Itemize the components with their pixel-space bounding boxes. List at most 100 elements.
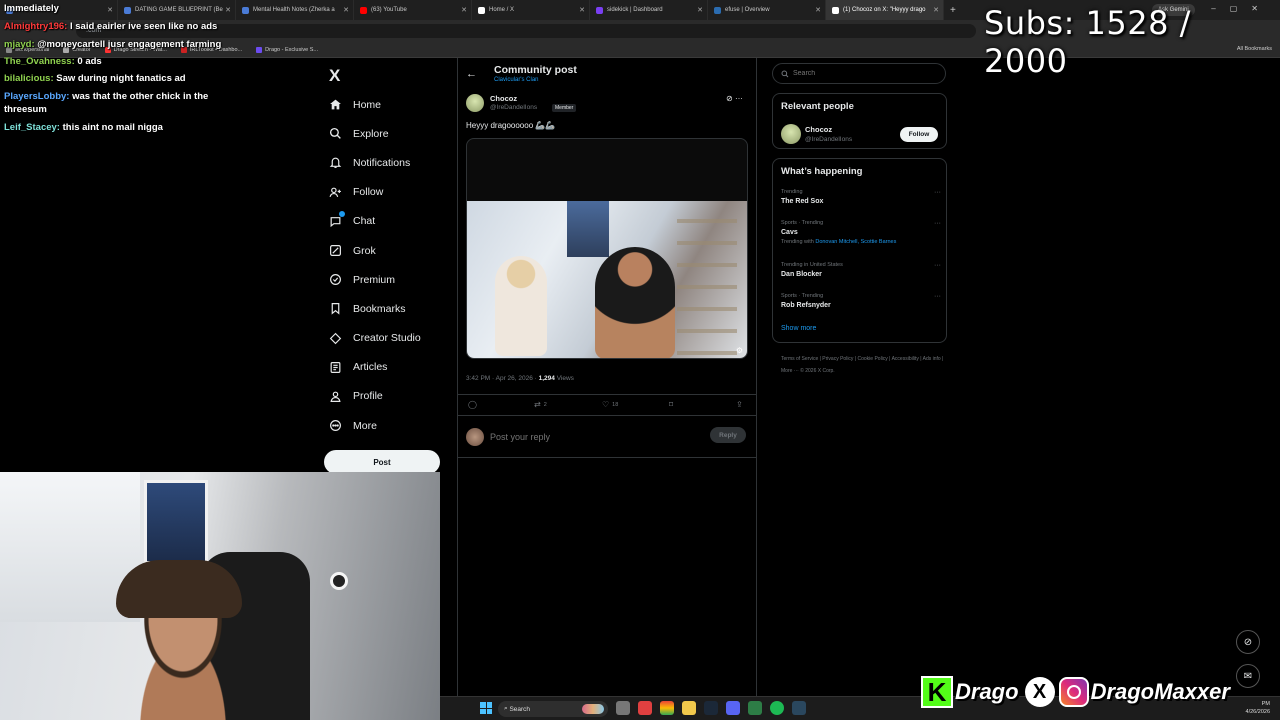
sidebar-item-bookmarks[interactable]: Bookmarks bbox=[328, 294, 468, 323]
more-options-icon[interactable]: ··· bbox=[934, 220, 941, 227]
author-handle[interactable]: @IreDandelIons bbox=[490, 104, 537, 111]
follow-button[interactable]: Follow bbox=[900, 127, 938, 142]
steam-icon[interactable] bbox=[704, 701, 718, 715]
file-explorer-icon[interactable] bbox=[682, 701, 696, 715]
bookmark-favicon bbox=[256, 46, 263, 53]
browser-tab-active[interactable]: (1) Chocoz on X: "Heyyy drago ✕ bbox=[826, 0, 944, 20]
reply-button[interactable]: ◯ bbox=[468, 400, 477, 409]
repost-button[interactable]: ⇄ 2 bbox=[534, 400, 547, 409]
more-options-icon[interactable]: ··· bbox=[934, 262, 941, 269]
sidebar-item-grok[interactable]: Grok bbox=[328, 236, 468, 265]
chrome-icon[interactable] bbox=[660, 701, 674, 715]
sidebar-item-premium[interactable]: Premium bbox=[328, 265, 468, 294]
windows-start-icon[interactable] bbox=[480, 702, 492, 714]
back-arrow-icon[interactable]: ← bbox=[466, 68, 477, 80]
more-options-icon[interactable]: ··· bbox=[735, 94, 743, 103]
trend-item[interactable]: Trending The Red Sox ··· bbox=[781, 189, 941, 205]
instagram-handle: DragoMaxxer bbox=[1090, 679, 1230, 704]
steam-icon[interactable] bbox=[792, 701, 806, 715]
sidebar-item-profile[interactable]: Profile bbox=[328, 382, 468, 411]
sidebar-item-articles[interactable]: Articles bbox=[328, 353, 468, 382]
reply-input[interactable] bbox=[490, 429, 700, 445]
sidebar-item-creator-studio[interactable]: Creator Studio bbox=[328, 324, 468, 353]
author-name[interactable]: Chocoz bbox=[490, 94, 517, 103]
spotify-icon[interactable] bbox=[770, 701, 784, 715]
close-icon[interactable]: ✕ bbox=[815, 6, 821, 14]
close-icon[interactable]: ✕ bbox=[697, 6, 703, 14]
post-button[interactable]: Post bbox=[324, 450, 440, 474]
tab-favicon bbox=[596, 6, 603, 14]
close-icon[interactable]: ✕ bbox=[933, 6, 939, 14]
x-logo-icon: X bbox=[1024, 677, 1055, 707]
browser-tab[interactable]: sidekick | Dashboard ✕ bbox=[590, 0, 708, 20]
sidebar-nav: Home Explore Notifications Follow Chat G… bbox=[328, 90, 468, 440]
profile-icon bbox=[328, 389, 342, 403]
like-button[interactable]: ♡ 18 bbox=[602, 400, 618, 409]
premium-icon bbox=[328, 273, 342, 287]
avatar[interactable] bbox=[466, 94, 484, 112]
post-actions: ◯ ⇄ 2 ♡ 18 ⌑ ⇪ bbox=[458, 394, 756, 416]
close-icon[interactable]: ✕ bbox=[579, 6, 585, 14]
community-link[interactable]: Clavicular's Clan bbox=[494, 77, 539, 83]
grok-icon[interactable]: ⊘ bbox=[726, 94, 733, 103]
sidebar-item-explore[interactable]: Explore bbox=[328, 119, 468, 148]
post-meta: 3:42 PM · Apr 26, 2026 · 1,294 Views bbox=[466, 375, 574, 382]
discord-icon[interactable] bbox=[726, 701, 740, 715]
taskbar-search[interactable]: ⌕ Search bbox=[498, 701, 608, 717]
post-options[interactable]: ⊘ ··· bbox=[726, 94, 743, 103]
reply-submit-button[interactable]: Reply bbox=[710, 427, 746, 443]
x-logo[interactable]: X bbox=[329, 66, 340, 86]
video-thumbnail[interactable]: ⚙ bbox=[467, 201, 747, 358]
search-bar[interactable] bbox=[772, 63, 946, 84]
task-view-icon[interactable] bbox=[616, 701, 630, 715]
app-icon[interactable] bbox=[748, 701, 762, 715]
webcam-feed bbox=[0, 472, 440, 720]
browser-tab[interactable]: (63) YouTube ✕ bbox=[354, 0, 472, 20]
more-options-icon[interactable]: ··· bbox=[934, 293, 941, 300]
app-icon[interactable] bbox=[638, 701, 652, 715]
chat-message: Immediately bbox=[4, 3, 59, 14]
person-name[interactable]: Chocoz bbox=[805, 125, 832, 134]
sidebar-item-follow[interactable]: Follow bbox=[328, 178, 468, 207]
person-left bbox=[495, 256, 547, 356]
trend-item[interactable]: Sports · Trending Cavs Trending with Don… bbox=[781, 220, 941, 245]
close-icon[interactable]: ✕ bbox=[225, 6, 231, 14]
grok-icon bbox=[328, 244, 342, 258]
reply-composer: Reply bbox=[458, 420, 756, 458]
show-more-link[interactable]: Show more bbox=[781, 325, 816, 332]
grok-float-icon[interactable]: ⊘ bbox=[1236, 630, 1260, 654]
page-title: Community post bbox=[494, 64, 577, 76]
share-button[interactable]: ⇪ bbox=[736, 400, 743, 409]
close-icon[interactable]: ✕ bbox=[343, 6, 349, 14]
whats-happening-panel: What’s happening Trending The Red Sox ··… bbox=[772, 158, 947, 343]
trend-item[interactable]: Sports · Trending Rob Refsnyder ··· bbox=[781, 293, 941, 309]
sidebar-item-home[interactable]: Home bbox=[328, 90, 468, 119]
new-tab-button[interactable]: + bbox=[950, 5, 956, 16]
browser-tab[interactable]: Home / X ✕ bbox=[472, 0, 590, 20]
footer-links[interactable]: Terms of Service | Privacy Policy | Cook… bbox=[781, 353, 951, 377]
person-handle: @IreDandelIons bbox=[805, 136, 853, 143]
creator-studio-icon bbox=[328, 331, 342, 345]
bookmark-button[interactable]: ⌑ bbox=[669, 400, 673, 409]
share-icon: ⇪ bbox=[736, 400, 743, 409]
search-highlight-icon bbox=[582, 704, 604, 714]
sidebar-item-notifications[interactable]: Notifications bbox=[328, 148, 468, 177]
ring-light bbox=[330, 572, 348, 590]
trend-item[interactable]: Trending in United States Dan Blocker ··… bbox=[781, 262, 941, 278]
more-options-icon[interactable]: ··· bbox=[934, 189, 941, 196]
chat-message: PlayersLobby: was that the other chick i… bbox=[4, 91, 209, 102]
sidebar-item-more[interactable]: More bbox=[328, 411, 468, 440]
instagram-logo-icon bbox=[1058, 677, 1089, 707]
browser-tab[interactable]: Mental Health Notes (Zherka a ✕ bbox=[236, 0, 354, 20]
video-settings-icon[interactable]: ⚙ bbox=[736, 346, 743, 355]
bookmark-item[interactable]: Drago - Exclusive S... bbox=[256, 46, 318, 53]
search-input[interactable] bbox=[793, 70, 933, 77]
sidebar-item-chat[interactable]: Chat bbox=[328, 207, 468, 236]
browser-tab[interactable]: DATING GAME BLUEPRINT (Be ✕ bbox=[118, 0, 236, 20]
media-container[interactable]: ⚙ bbox=[466, 138, 748, 359]
avatar[interactable] bbox=[781, 124, 801, 144]
articles-icon bbox=[328, 360, 342, 374]
close-icon[interactable]: ✕ bbox=[107, 6, 113, 14]
browser-tab[interactable]: efuse | Overview ✕ bbox=[708, 0, 826, 20]
close-icon[interactable]: ✕ bbox=[461, 6, 467, 14]
